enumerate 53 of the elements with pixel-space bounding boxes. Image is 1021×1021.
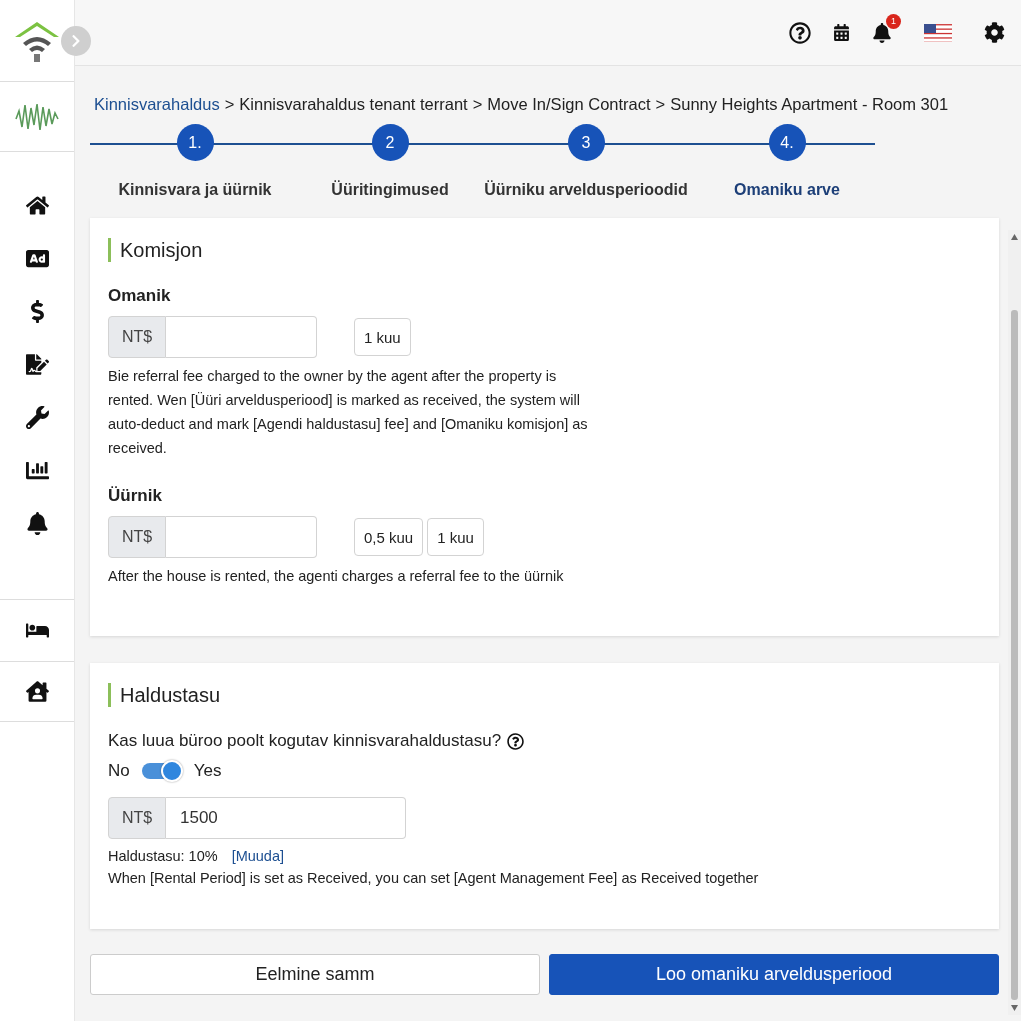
step-number: 4. [768, 124, 806, 161]
home-icon[interactable] [25, 194, 49, 217]
step-number: 2 [371, 124, 409, 161]
flag-icon[interactable] [924, 23, 952, 42]
month-option-button[interactable]: 0,5 kuu [354, 518, 424, 556]
edit-link[interactable]: [Muuda] [231, 845, 285, 867]
amount-field[interactable] [166, 516, 317, 558]
breadcrumb-link[interactable]: Kinnisvarahaldus [94, 94, 220, 114]
document-signature-icon[interactable] [25, 353, 49, 376]
step-label[interactable]: Omaniku arve [734, 181, 840, 199]
bar-chart-icon[interactable] [25, 459, 49, 482]
currency-label: NT$ [108, 516, 166, 558]
question-text: Kas luua büroo poolt kogutav kinnisvarahaldustasu? [108, 731, 502, 751]
toggle-label: No [108, 761, 130, 781]
ad-icon[interactable] [25, 247, 49, 270]
amount-field[interactable] [166, 316, 317, 358]
step-number: 1. [176, 124, 214, 161]
step-label[interactable]: Kinnisvara ja üürnik [118, 181, 272, 199]
fee-rate-text: Haldustasu: 10% [108, 847, 218, 866]
field-label: Üürnik [108, 486, 163, 506]
house-user-icon[interactable] [25, 680, 49, 703]
settings-icon[interactable] [984, 22, 1005, 43]
breadcrumb-item: Move In/Sign Contract [487, 94, 651, 114]
breadcrumb-separator: > [655, 94, 666, 114]
currency-label: NT$ [108, 316, 166, 358]
step-label[interactable]: Üüritingimused [331, 181, 449, 199]
help-text: When [Rental Period] is set as Received, you can set [Agent Management Fee] as Received together [108, 869, 759, 888]
toggle-switch[interactable] [141, 763, 182, 779]
step-label[interactable]: Üürniku arveldusperioodid [484, 181, 688, 199]
breadcrumb-separator: > [472, 94, 483, 114]
card-title: Komisjon [108, 238, 981, 262]
bell-icon[interactable] [25, 512, 49, 535]
breadcrumb-item: Kinnisvarahaldus tenant terrant [239, 94, 468, 114]
back-button[interactable]: Eelmine samm [90, 954, 540, 995]
notification-badge: 1 [886, 13, 901, 29]
help-icon[interactable] [507, 732, 525, 750]
submit-button[interactable]: Loo omaniku arveldusperiood [549, 954, 999, 995]
field-label: Omanik [108, 286, 172, 306]
card-title: Haldustasu [108, 683, 981, 707]
step-number: 3 [567, 124, 605, 161]
month-option-button[interactable]: 1 kuu [354, 318, 411, 356]
currency-label: NT$ [108, 797, 166, 839]
toggle-label: Yes [193, 761, 222, 781]
calendar-icon[interactable] [833, 24, 850, 41]
bell-icon[interactable] [872, 22, 892, 43]
help-text: Bie referral fee charged to the owner by the agent after the property is rented. Wen [Üüri arveldusperiood] is marked as received, the system will auto-deduct and mark [Agendi haldustasu] fee] and [Omaniku komisjon] as received. [108, 367, 588, 458]
help-text: After the house is rented, the agenti charges a referral fee to the üürnik [108, 567, 565, 586]
help-icon[interactable] [789, 21, 811, 44]
month-option-button[interactable]: 1 kuu [427, 518, 484, 556]
breadcrumb-separator: > [224, 94, 235, 114]
breadcrumb-item: Sunny Heights Apartment - Room 301 [670, 94, 949, 114]
wrench-icon[interactable] [25, 406, 49, 429]
amount-field[interactable]: 1500 [166, 797, 406, 839]
